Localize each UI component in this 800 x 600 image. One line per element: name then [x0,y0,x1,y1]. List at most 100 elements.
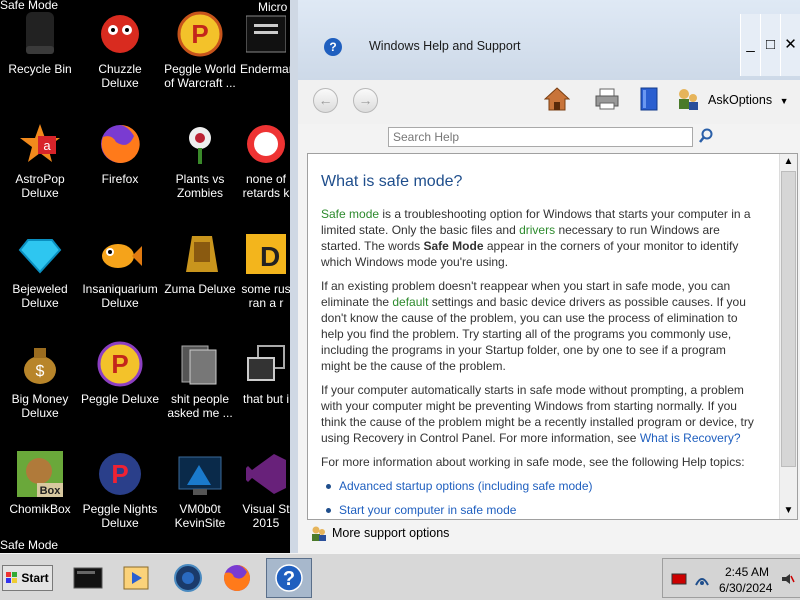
visual-studio-icon [242,450,290,498]
browse-help-icon[interactable] [636,86,662,112]
svg-text:P: P [191,19,208,49]
more-support-options[interactable]: More support options [310,525,449,541]
options-menu[interactable]: Options ▼ [729,93,789,107]
app-icon [242,120,290,168]
start-safe-mode-link[interactable]: Start your computer in safe mode [339,503,516,517]
clock-date[interactable]: 6/30/2024 [719,581,772,595]
article-paragraph: If your computer automatically starts in… [321,383,754,445]
desktop-icon-bejeweled[interactable]: Bejeweled Deluxe [0,230,80,310]
advanced-startup-link[interactable]: Advanced startup options (including safe… [339,479,592,493]
desktop-icon-visual-studio[interactable]: Visual St 2015 [240,450,292,530]
help-topics-list: Advanced startup options (including safe… [321,478,754,518]
svg-text:D: D [260,241,280,272]
print-icon[interactable] [594,86,620,112]
taskbar-app-globe[interactable] [170,561,206,595]
desktop-icon-insaniquarium[interactable]: Insaniquarium Deluxe [80,230,160,310]
start-button[interactable]: Start [2,565,53,591]
safe-mode-glossary-link[interactable]: Safe mode [321,207,379,221]
firefox-icon [96,120,144,168]
list-item: Advanced startup options (including safe… [326,478,754,494]
desktop-icon-that-but-i[interactable]: that but i [240,340,292,406]
taskbar: Start ? 2:45 AM 6/30/2024 [0,553,800,600]
svg-text:Box: Box [40,485,62,497]
windows-logo-icon [6,572,18,583]
help-article: What is safe mode? Safe mode is a troubl… [307,153,798,520]
globe-icon [174,564,202,592]
support-icon [312,526,326,541]
desktop-icon-peggle-wow[interactable]: P Peggle World of Warcraft ... [160,10,240,90]
ask-button[interactable]: Ask [708,93,729,107]
scroll-thumb[interactable] [781,171,796,467]
desktop-icon-none-of-retards[interactable]: none of retards k [240,120,292,200]
back-button[interactable]: ← [313,88,338,113]
red-square-icon[interactable] [671,573,687,585]
article-heading: What is safe mode? [321,173,463,190]
svg-text:P: P [111,349,128,379]
desktop-icon-zuma[interactable]: Zuma Deluxe [160,230,240,296]
desktop-icon-big-money[interactable]: $ Big Money Deluxe [0,340,80,420]
system-tray: 2:45 AM 6/30/2024 [662,558,800,598]
desktop-icon-chuzzle[interactable]: Chuzzle Deluxe [80,10,160,90]
article-paragraph: If an existing problem doesn't reappear … [321,279,746,373]
toolbar: ← → Ask Options ▼ [298,80,800,124]
title-bar[interactable]: ? Windows Help and Support _ □ ✕ [298,0,800,80]
safe-mode-label-bottom: Safe Mode [0,538,59,552]
vertical-scrollbar[interactable]: ▲ ▼ [779,154,797,519]
svg-text:P: P [111,459,128,489]
drivers-glossary-link[interactable]: drivers [519,223,555,237]
clock-time[interactable]: 2:45 AM [725,565,769,579]
desktop-icon-vm0b0t[interactable]: VM0b0t KevinSite [160,450,240,530]
peggle-icon: P [96,450,144,498]
taskbar-app-media[interactable] [118,561,154,595]
scroll-up-arrow-icon[interactable]: ▲ [780,154,797,170]
close-button[interactable]: ✕ [780,14,800,76]
ask-icon[interactable] [674,86,700,112]
window-title: Windows Help and Support [369,39,521,53]
default-glossary-link[interactable]: default [392,295,428,309]
zuma-icon [176,230,224,278]
desktop-icon-firefox[interactable]: Firefox [80,120,160,186]
search-icon[interactable] [698,128,714,144]
window-stack-icon [242,340,290,388]
plants-vs-zombies-icon [176,120,224,168]
what-is-recovery-link[interactable]: What is Recovery? [640,431,741,445]
svg-text:?: ? [283,568,295,590]
scroll-down-arrow-icon[interactable]: ▼ [780,503,797,519]
taskbar-app-help[interactable]: ? [266,558,312,598]
desktop-icon-recycle-bin[interactable]: Recycle Bin [0,10,80,76]
desktop-icon-astropop[interactable]: a AstroPop Deluxe [0,120,80,200]
article-paragraph: For more information about working in sa… [321,455,745,469]
minimize-button[interactable]: _ [740,14,760,76]
firefox-icon [224,565,250,591]
recycle-bin-icon [16,10,64,58]
forward-button[interactable]: → [353,88,378,113]
desktop-icon-shit-people[interactable]: shit people asked me ... [160,340,240,420]
search-input[interactable]: Search Help [388,127,693,147]
desktop-icon-plants-vs-zombies[interactable]: Plants vs Zombies [160,120,240,200]
speaker-icon[interactable] [781,573,795,585]
help-icon: ? [275,564,303,592]
desktop-icon-some-rus[interactable]: D some rus ran a r [240,230,292,310]
chomikbox-icon: Box [16,450,64,498]
chuzzle-icon [96,10,144,58]
peggle-icon: P [176,10,224,58]
fish-icon [96,230,144,278]
money-bag-icon: $ [16,340,64,388]
desktop-icon-enderman[interactable]: Endermar [240,10,292,76]
svg-text:$: $ [36,363,45,380]
terminal-icon [73,567,103,589]
help-icon: ? [324,38,342,56]
desktop-icon-chomikbox[interactable]: Box ChomikBox [0,450,80,516]
home-icon[interactable] [543,86,571,112]
taskbar-app-firefox[interactable] [219,561,255,595]
app-icon: D [242,230,290,278]
taskbar-app-terminal[interactable] [70,561,106,595]
folder-icon [176,340,224,388]
peggle-icon: P [96,340,144,388]
network-icon[interactable] [694,571,710,587]
vm-icon [176,450,224,498]
desktop-icon-peggle-deluxe[interactable]: P Peggle Deluxe [80,340,160,406]
maximize-button[interactable]: □ [760,14,780,76]
desktop-icon-peggle-nights[interactable]: P Peggle Nights Deluxe [80,450,160,530]
article-paragraph: Safe mode is a troubleshooting option fo… [321,207,751,269]
